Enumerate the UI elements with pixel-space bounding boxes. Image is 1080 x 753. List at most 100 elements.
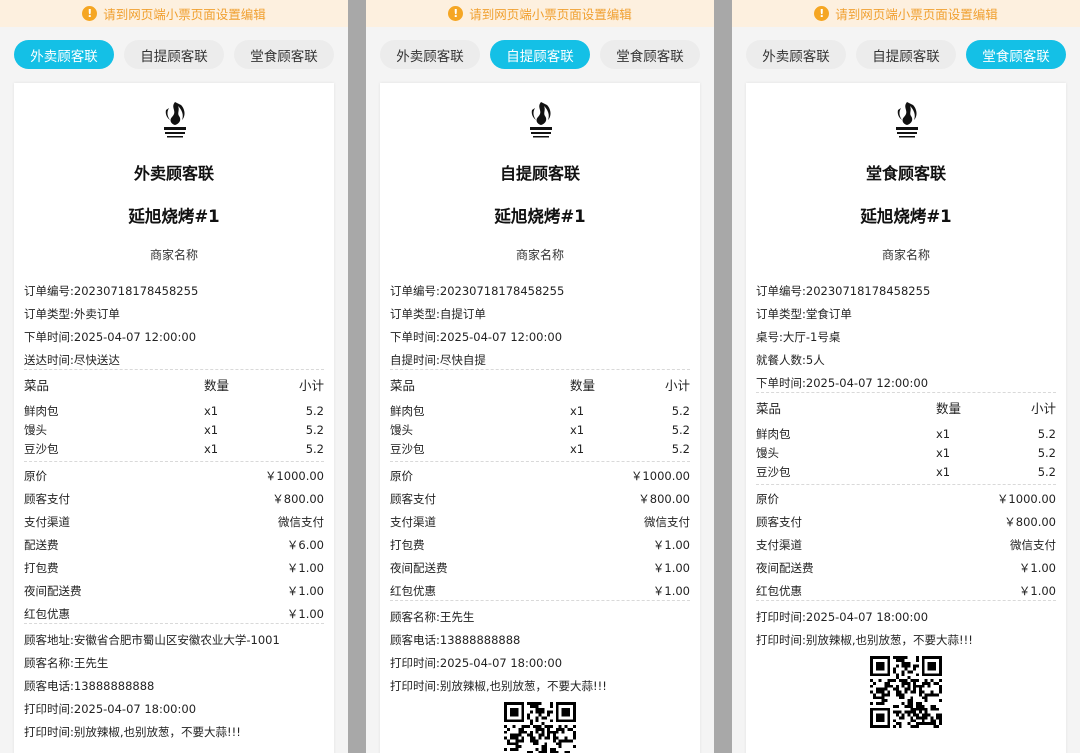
item-name: 鲜肉包 — [390, 404, 425, 418]
item-name: 豆沙包 — [390, 442, 425, 456]
settings-notice-banner: ! 请到网页端小票页面设置编辑 — [732, 0, 1080, 27]
divider — [24, 461, 324, 462]
tab-delivery[interactable]: 外卖顾客联 — [380, 40, 480, 69]
item-name: 馒头 — [24, 423, 47, 437]
receipt-type-tabs: 外卖顾客联 自提顾客联 堂食顾客联 — [380, 40, 700, 69]
fee-value: ￥1.00 — [286, 561, 324, 575]
item-qty: x1 — [936, 465, 951, 479]
order-info-text: 下单时间:2025-04-07 12:00:00 — [756, 376, 929, 390]
banner-text: 请到网页端小票页面设置编辑 — [835, 7, 998, 22]
customer-info-text: 打印时间:别放辣椒,也别放葱，不要大蒜!!! — [24, 725, 241, 739]
merchant-name: 商家名称 — [881, 248, 930, 262]
receipt-title: 堂食顾客联 — [865, 164, 946, 183]
receipt-title: 自提顾客联 — [499, 164, 580, 183]
receipt-type-tabs: 外卖顾客联 自提顾客联 堂食顾客联 — [746, 40, 1066, 69]
column-qty: 数量 — [936, 401, 962, 416]
fee-label: 夜间配送费 — [24, 584, 82, 598]
fee-label: 顾客支付 — [24, 492, 70, 506]
tab-pickup[interactable]: 自提顾客联 — [856, 40, 956, 69]
item-name: 鲜肉包 — [756, 427, 791, 441]
fee-label: 夜间配送费 — [390, 561, 448, 575]
receipt-paper: 堂食顾客联 延旭烧烤#1 商家名称 订单编号:20230718178458255 订单类… — [746, 83, 1066, 753]
warning-icon: ! — [814, 6, 830, 21]
store-name: 延旭烧烤#1 — [128, 207, 220, 226]
divider — [390, 369, 690, 370]
item-qty: x1 — [570, 404, 585, 418]
customer-info-text: 顾客电话:13888888888 — [24, 679, 155, 693]
fee-value: 微信支付 — [644, 515, 690, 529]
qr-code — [504, 702, 576, 753]
column-item: 菜品 — [390, 378, 416, 393]
fee-value: ￥1.00 — [652, 538, 690, 552]
item-price: 5.2 — [305, 423, 324, 437]
warning-icon: ! — [448, 6, 464, 21]
customer-info-text: 打印时间:别放辣椒,也别放葱，不要大蒜!!! — [756, 633, 973, 647]
column-qty: 数量 — [570, 378, 596, 393]
column-item: 菜品 — [756, 401, 782, 416]
order-info-text: 下单时间:2025-04-07 12:00:00 — [24, 330, 197, 344]
fee-value: ￥1000.00 — [996, 492, 1056, 506]
fee-value: ￥800.00 — [272, 492, 324, 506]
fee-label: 打包费 — [24, 561, 59, 575]
customer-info-text: 顾客地址:安徽省合肥市蜀山区安徽农业大学-1001 — [24, 633, 280, 647]
item-qty: x1 — [570, 423, 585, 437]
divider — [756, 600, 1056, 601]
store-name: 延旭烧烤#1 — [494, 207, 586, 226]
item-price: 5.2 — [305, 442, 324, 456]
item-price: 5.2 — [305, 404, 324, 418]
fee-label: 打包费 — [390, 538, 425, 552]
merchant-name: 商家名称 — [515, 248, 564, 262]
divider — [390, 600, 690, 601]
fee-value: ￥1.00 — [652, 561, 690, 575]
tab-dine-in[interactable]: 堂食顾客联 — [600, 40, 700, 69]
store-logo-icon — [160, 100, 190, 142]
fee-label: 顾客支付 — [756, 515, 802, 529]
item-price: 5.2 — [1037, 446, 1056, 460]
store-name: 延旭烧烤#1 — [860, 207, 952, 226]
item-price: 5.2 — [671, 423, 690, 437]
item-name: 豆沙包 — [24, 442, 59, 456]
item-qty: x1 — [204, 442, 219, 456]
divider — [24, 369, 324, 370]
item-name: 豆沙包 — [756, 465, 791, 479]
order-info-text: 下单时间:2025-04-07 12:00:00 — [390, 330, 563, 344]
store-logo-icon — [892, 100, 922, 142]
tab-pickup[interactable]: 自提顾客联 — [124, 40, 224, 69]
divider — [390, 461, 690, 462]
fee-label: 夜间配送费 — [756, 561, 814, 575]
fee-value: 微信支付 — [278, 515, 324, 529]
receipt-type-tabs: 外卖顾客联 自提顾客联 堂食顾客联 — [14, 40, 334, 69]
customer-info-text: 打印时间:2025-04-07 18:00:00 — [390, 656, 563, 670]
tab-delivery[interactable]: 外卖顾客联 — [746, 40, 846, 69]
fee-label: 支付渠道 — [24, 515, 70, 529]
order-info-text: 就餐人数:5人 — [756, 353, 825, 367]
item-qty: x1 — [936, 446, 951, 460]
column-subtotal: 小计 — [664, 378, 690, 393]
fee-label: 支付渠道 — [390, 515, 436, 529]
customer-info-text: 顾客名称:王先生 — [390, 610, 475, 624]
column-subtotal: 小计 — [1030, 401, 1056, 416]
tab-delivery[interactable]: 外卖顾客联 — [14, 40, 114, 69]
customer-info-text: 顾客电话:13888888888 — [390, 633, 521, 647]
fee-value: ￥1.00 — [1018, 584, 1056, 598]
fee-label: 配送费 — [24, 538, 59, 552]
receipt-paper: 外卖顾客联延旭烧烤#1 商家名称订单编号:20230718178458255 订单类… — [14, 83, 334, 753]
fee-label: 红包优惠 — [756, 584, 802, 598]
fee-label: 支付渠道 — [756, 538, 802, 552]
order-info-text: 订单类型:外卖订单 — [24, 307, 120, 321]
fee-label: 顾客支付 — [390, 492, 436, 506]
column-qty: 数量 — [204, 378, 230, 393]
tab-dine-in[interactable]: 堂食顾客联 — [966, 40, 1066, 69]
tab-pickup[interactable]: 自提顾客联 — [490, 40, 590, 69]
banner-text: 请到网页端小票页面设置编辑 — [103, 7, 266, 22]
tab-dine-in[interactable]: 堂食顾客联 — [234, 40, 334, 69]
banner-text: 请到网页端小票页面设置编辑 — [469, 7, 632, 22]
receipt-title: 外卖顾客联 — [133, 164, 214, 183]
qr-code — [870, 656, 942, 728]
column-item: 菜品 — [24, 378, 50, 393]
item-qty: x1 — [204, 423, 219, 437]
fee-value: ￥800.00 — [638, 492, 690, 506]
item-price: 5.2 — [1037, 427, 1056, 441]
merchant-name: 商家名称 — [149, 248, 198, 262]
order-info-text: 订单编号:20230718178458255 — [24, 284, 199, 298]
